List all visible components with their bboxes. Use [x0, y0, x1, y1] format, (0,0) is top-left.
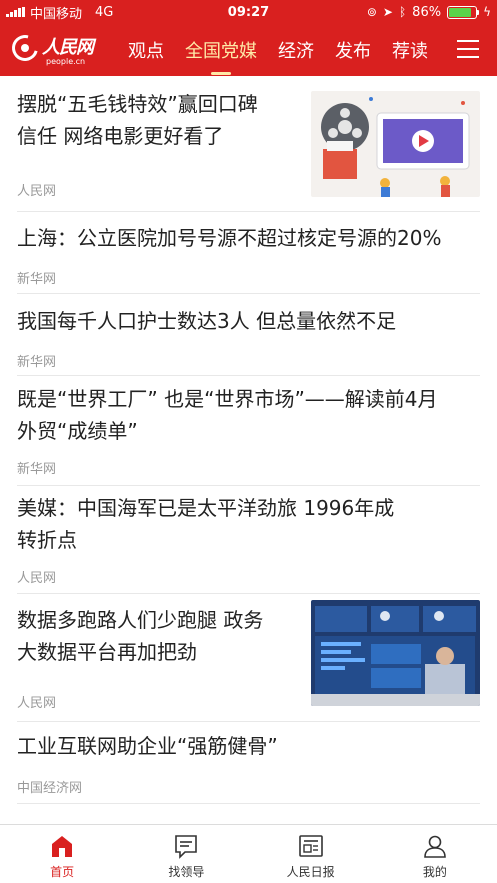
news-item[interactable]: 上海：公立医院加号号源不超过核定号源的20% 新华网: [17, 212, 480, 294]
tab-label: 找领导: [168, 865, 205, 879]
news-source: 新华网: [17, 272, 57, 287]
bluetooth-icon: ᛒ: [398, 5, 407, 19]
user-icon: [424, 835, 446, 858]
tab-label: 我的: [422, 865, 447, 879]
menu-icon[interactable]: [457, 40, 479, 58]
tab-find-leader[interactable]: 找领导: [124, 825, 248, 883]
newspaper-icon: [298, 835, 323, 857]
news-source: 人民网: [17, 696, 57, 711]
logo-text: 人民网: [42, 37, 94, 58]
nav-bar: 人民网 people.cn 观点 全国党媒 经济 发布 荐读: [0, 24, 497, 76]
news-source: 中国经济网: [17, 781, 83, 796]
news-item[interactable]: 数据多跑路人们少跑腿 政务 大数据平台再加把劲 人民网: [17, 594, 480, 722]
logo-emblem-dot: [21, 44, 29, 52]
news-title-line: 我国每千人口护士数达3人 但总量依然不足: [17, 309, 397, 333]
news-title-line: 摆脱“五毛钱特效”赢回口碑: [17, 92, 258, 116]
news-title-line: 上海：公立医院加号号源不超过核定号源的20%: [17, 226, 442, 250]
news-title: 工业互联网助企业“强筋健骨”: [17, 730, 482, 762]
charging-icon: ϟ: [483, 5, 491, 19]
tab-label: 首页: [50, 865, 75, 879]
news-item[interactable]: 我国每千人口护士数达3人 但总量依然不足 新华网: [17, 294, 480, 376]
logo-subtext: people.cn: [46, 57, 86, 66]
home-icon: [52, 836, 73, 857]
tab-label: 人民日报: [286, 865, 335, 879]
news-item[interactable]: 既是“世界工厂” 也是“世界市场”——解读前4月 外贸“成绩单” 新华网: [17, 376, 480, 486]
people-logo[interactable]: 人民网 people.cn: [7, 24, 112, 76]
tab-peoples-daily[interactable]: 人民日报: [249, 825, 373, 883]
news-title-line: 工业互联网助企业“强筋健骨”: [17, 734, 278, 758]
movie-illustration: [311, 91, 480, 197]
news-feed[interactable]: 摆脱“五毛钱特效”赢回口碑 信任 网络电影更好看了 人民网 上海：公立医院加号号…: [0, 76, 497, 824]
network-type: 4G: [95, 4, 114, 20]
message-icon: [175, 835, 198, 859]
tab-opinion[interactable]: 观点: [128, 37, 164, 63]
battery-percent: 86%: [412, 4, 442, 20]
tab-mine[interactable]: 我的: [373, 825, 497, 883]
tab-economy[interactable]: 经济: [278, 37, 314, 63]
movie-thumbnail[interactable]: [311, 91, 480, 197]
news-title: 我国每千人口护士数达3人 但总量依然不足: [17, 305, 482, 337]
news-title: 数据多跑路人们少跑腿 政务 大数据平台再加把劲: [17, 604, 287, 668]
big-data-thumbnail[interactable]: [311, 600, 480, 706]
location-arrow-icon: ➤: [382, 5, 393, 19]
news-item[interactable]: 美媒：中国海军已是太平洋劲旅 1996年成 转折点 人民网: [17, 486, 480, 594]
status-bar: 中国移动 4G 09:27 ⊚ ➤ ᛒ 86% ϟ: [0, 0, 497, 24]
tab-party-media[interactable]: 全国党媒: [185, 37, 257, 75]
news-title-line: 转折点: [17, 528, 77, 552]
news-title-line: 外贸“成绩单”: [17, 419, 138, 443]
tab-release[interactable]: 发布: [335, 37, 371, 63]
news-title-line: 信任 网络电影更好看了: [17, 124, 224, 148]
tab-home[interactable]: 首页: [0, 825, 124, 883]
tab-recommended[interactable]: 荐读: [392, 37, 428, 63]
news-source: 人民网: [17, 571, 57, 586]
news-source: 人民网: [17, 184, 57, 199]
news-item[interactable]: 工业互联网助企业“强筋健骨” 中国经济网: [17, 722, 480, 804]
news-title-line: 美媒：中国海军已是太平洋劲旅 1996年成: [17, 496, 395, 520]
signal-icon: [6, 7, 25, 17]
carrier-name: 中国移动: [30, 6, 83, 22]
news-title-line: 大数据平台再加把劲: [17, 640, 197, 664]
news-item[interactable]: 摆脱“五毛钱特效”赢回口碑 信任 网络电影更好看了 人民网: [17, 76, 480, 212]
news-title: 上海：公立医院加号号源不超过核定号源的20%: [17, 222, 482, 254]
bottom-tab-bar: 首页 找领导 人民日报 我的: [0, 824, 497, 883]
lock-rotation-icon: ⊚: [366, 5, 377, 19]
news-title: 摆脱“五毛钱特效”赢回口碑 信任 网络电影更好看了: [17, 88, 287, 152]
news-source: 新华网: [17, 355, 57, 370]
news-title: 美媒：中国海军已是太平洋劲旅 1996年成 转折点: [17, 492, 482, 556]
channel-tabs: 观点 全国党媒 经济 发布 荐读: [128, 37, 449, 75]
news-source: 新华网: [17, 462, 57, 477]
battery-icon: [447, 5, 480, 19]
news-title-line: 既是“世界工厂” 也是“世界市场”——解读前4月: [17, 387, 438, 411]
news-title-line: 数据多跑路人们少跑腿 政务: [17, 608, 264, 632]
big-data-screen-photo: [311, 600, 480, 706]
news-title: 既是“世界工厂” 也是“世界市场”——解读前4月 外贸“成绩单”: [17, 383, 482, 447]
